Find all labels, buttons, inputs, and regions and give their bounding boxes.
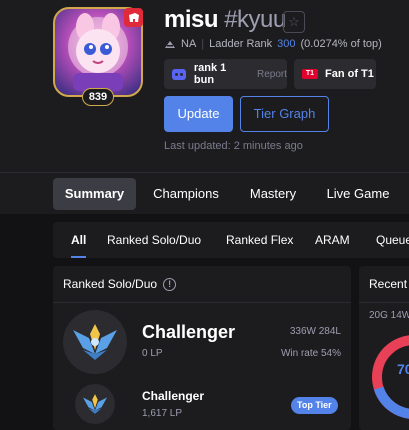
- ranked-solo-card: Ranked Solo/Duo ! Challenger 0 LP 336W 2…: [53, 266, 351, 430]
- recent-card-title: Recent: [369, 277, 408, 291]
- top-tier-badge: Top Tier: [291, 397, 338, 414]
- tab-mastery[interactable]: Mastery: [242, 178, 304, 210]
- tab-summary[interactable]: Summary: [53, 178, 136, 210]
- ladder-rank-value[interactable]: 300: [277, 38, 295, 50]
- info-icon[interactable]: !: [163, 277, 177, 291]
- queue-tab-aram[interactable]: ARAM: [315, 222, 350, 258]
- tab-champions[interactable]: Champions: [146, 178, 226, 210]
- peak-lp: 1,617 LP: [142, 408, 183, 419]
- ranked-card-title: Ranked Solo/Duo: [63, 277, 158, 291]
- favorite-star-button[interactable]: ☆: [283, 11, 305, 33]
- ladder-rank-label: Ladder Rank: [209, 38, 273, 50]
- meta-separator: |: [201, 38, 205, 50]
- recent-summary: 20G 14W: [369, 310, 409, 321]
- profile-meta: NA | Ladder Rank 300 (0.0274% of top): [164, 38, 382, 50]
- queue-tab-all[interactable]: All: [71, 222, 87, 258]
- ladder-percent: (0.0274% of top): [300, 38, 382, 50]
- update-button[interactable]: Update: [164, 96, 233, 132]
- level-badge: 839: [82, 88, 114, 106]
- peak-emblem-icon: [75, 384, 115, 424]
- region-label: NA: [181, 38, 197, 50]
- queue-tab-ranked-solo[interactable]: Ranked Solo/Duo: [107, 222, 201, 258]
- discord-chip[interactable]: rank 1 bun Report: [164, 59, 287, 89]
- queue-filter-bar: All Ranked Solo/Duo Ranked Flex ARAM Que…: [53, 222, 409, 258]
- recent-divider: [359, 302, 409, 303]
- win-rate: Win rate 54%: [280, 348, 341, 359]
- ladder-icon: [165, 41, 175, 48]
- summoner-name: misu #kyuu: [164, 6, 286, 34]
- win-loss: 336W 284L: [289, 326, 341, 337]
- ranked-card-header: Ranked Solo/Duo !: [63, 277, 177, 291]
- report-link[interactable]: Report: [257, 69, 287, 80]
- discord-label: rank 1 bun: [193, 62, 227, 86]
- winrate-donut-chart: [372, 335, 409, 419]
- donut-winrate-label: 70: [397, 361, 409, 377]
- challenger-emblem-icon: [63, 310, 127, 374]
- star-icon: ☆: [288, 14, 300, 29]
- riot-badge-icon: [124, 8, 143, 27]
- card-divider: [53, 302, 351, 303]
- discord-icon: [172, 68, 186, 80]
- recent-games-card: Recent 20G 14W 70: [359, 266, 409, 430]
- summoner-name-text: misu: [164, 6, 219, 33]
- fan-chip[interactable]: T1 Fan of T1: [294, 59, 376, 89]
- main-nav-tabs: Summary Champions Mastery Live Game: [0, 172, 409, 214]
- current-lp: 0 LP: [142, 348, 163, 359]
- t1-logo-icon: T1: [302, 69, 318, 79]
- tier-graph-button[interactable]: Tier Graph: [240, 96, 329, 132]
- profile-header: 839 misu #kyuu ☆ NA | Ladder Rank 300 (0…: [0, 0, 409, 172]
- peak-tier: Challenger: [142, 389, 205, 403]
- summoner-tag: #kyuu: [224, 6, 286, 33]
- last-updated-text: Last updated: 2 minutes ago: [164, 140, 303, 152]
- current-tier: Challenger: [142, 322, 236, 342]
- queue-tab-queue[interactable]: Queue: [376, 222, 409, 258]
- fan-label: Fan of T1: [325, 68, 374, 80]
- queue-tab-ranked-flex[interactable]: Ranked Flex: [226, 222, 293, 258]
- tab-live-game[interactable]: Live Game: [320, 178, 396, 210]
- summary-content: All Ranked Solo/Duo Ranked Flex ARAM Que…: [0, 214, 409, 430]
